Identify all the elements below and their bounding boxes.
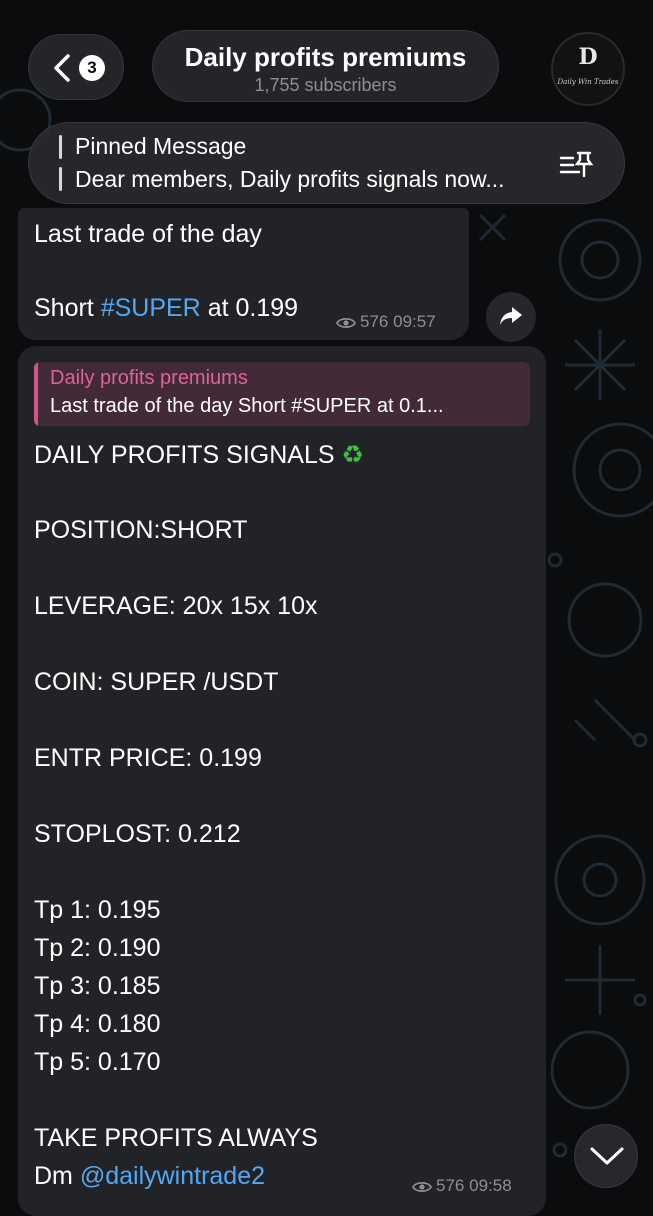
message-meta: 576 09:57 bbox=[335, 312, 436, 332]
dm-line: Dm @dailywintrade2 bbox=[34, 1162, 266, 1190]
message-bubble[interactable]: Last trade of the day Short #SUPER at 0.… bbox=[18, 208, 469, 340]
channel-title-button[interactable]: Daily profits premiums 1,755 subscribers bbox=[152, 30, 499, 102]
avatar-logo-caption: Daily Win Trades bbox=[557, 78, 619, 86]
chevron-down-icon bbox=[590, 1147, 624, 1165]
view-count: 576 bbox=[360, 312, 389, 331]
take-profit-line: Tp 3: 0.185 bbox=[34, 972, 161, 1000]
hashtag-link[interactable]: #SUPER bbox=[101, 294, 201, 322]
take-profit-line: Tp 5: 0.170 bbox=[34, 1048, 161, 1076]
take-profit-line: Tp 1: 0.195 bbox=[34, 896, 161, 924]
message-time: 09:58 bbox=[469, 1176, 512, 1195]
share-arrow-icon bbox=[500, 307, 522, 325]
signal-line: COIN: SUPER /USDT bbox=[34, 668, 279, 696]
pinned-preview: Dear members, Daily profits signals now.… bbox=[75, 166, 505, 192]
subscriber-count: 1,755 subscribers bbox=[254, 75, 397, 95]
eye-icon bbox=[335, 317, 357, 329]
unread-count-badge: 3 bbox=[79, 55, 105, 81]
signal-line: STOPLOST: 0.212 bbox=[34, 820, 241, 848]
avatar-logo-letter: D bbox=[578, 44, 598, 70]
reply-author: Daily profits premiums bbox=[50, 367, 248, 389]
message-meta: 576 09:58 bbox=[411, 1176, 512, 1196]
recycle-emoji: ♻ bbox=[341, 440, 364, 469]
pinned-list-icon[interactable] bbox=[559, 149, 595, 179]
signal-line: DAILY PROFITS SIGNALS ♻ bbox=[34, 440, 364, 469]
reply-preview[interactable]: Daily profits premiums Last trade of the… bbox=[34, 362, 530, 426]
reply-snippet: Last trade of the day Short #SUPER at 0.… bbox=[50, 395, 444, 417]
message-text: Short #SUPER at 0.199 bbox=[34, 294, 299, 322]
pinned-title: Pinned Message bbox=[75, 133, 247, 159]
message-text: Last trade of the day bbox=[34, 220, 262, 248]
message-bubble[interactable]: Daily profits premiums Last trade of the… bbox=[18, 346, 546, 1216]
scroll-to-bottom-button[interactable] bbox=[574, 1124, 638, 1188]
pinned-message-bar[interactable]: Pinned Message Dear members, Daily profi… bbox=[28, 122, 625, 204]
signal-line: POSITION:SHORT bbox=[34, 516, 248, 544]
channel-avatar[interactable]: D Daily Win Trades bbox=[551, 32, 625, 106]
message-time: 09:57 bbox=[393, 312, 436, 331]
chevron-left-icon bbox=[54, 54, 70, 82]
reply-accent-bar bbox=[34, 362, 38, 426]
view-count: 576 bbox=[436, 1176, 465, 1195]
pinned-indicator bbox=[59, 135, 62, 193]
signal-line: ENTR PRICE: 0.199 bbox=[34, 744, 262, 772]
eye-icon bbox=[411, 1181, 433, 1193]
take-profit-line: Tp 2: 0.190 bbox=[34, 934, 161, 962]
share-button[interactable] bbox=[486, 292, 536, 342]
back-button[interactable]: 3 bbox=[28, 34, 124, 100]
mention-link[interactable]: @dailywintrade2 bbox=[80, 1162, 265, 1190]
signal-line: TAKE PROFITS ALWAYS bbox=[34, 1124, 318, 1152]
take-profit-line: Tp 4: 0.180 bbox=[34, 1010, 161, 1038]
chat-header: 3 Daily profits premiums 1,755 subscribe… bbox=[0, 0, 653, 210]
channel-title: Daily profits premiums bbox=[184, 42, 467, 72]
signal-line: LEVERAGE: 20x 15x 10x bbox=[34, 592, 318, 620]
